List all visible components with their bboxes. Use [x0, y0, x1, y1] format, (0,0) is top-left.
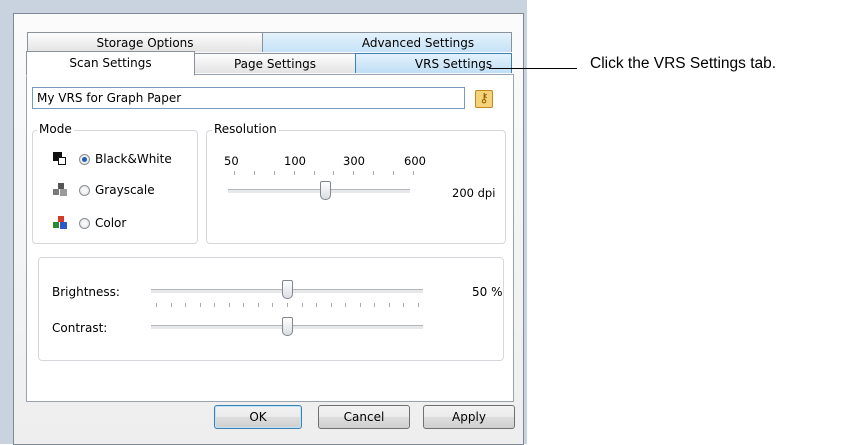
slider-tick	[353, 171, 355, 175]
resolution-slider-thumb[interactable]	[320, 181, 331, 200]
tab-label: Advanced Settings	[361, 36, 475, 50]
slider-tick	[374, 303, 376, 307]
callout-text: Click the VRS Settings tab.	[590, 55, 777, 72]
color-label: Color	[95, 216, 127, 230]
slider-tick	[170, 303, 172, 307]
resolution-slider-track[interactable]	[228, 189, 410, 194]
callout-line	[489, 68, 577, 69]
brightness-slider-thumb[interactable]	[282, 280, 293, 299]
slider-tick	[388, 303, 390, 307]
bw-radio[interactable]	[79, 154, 90, 165]
slider-tick	[228, 303, 230, 307]
slider-tick	[257, 303, 259, 307]
apply-button[interactable]: Apply	[423, 405, 515, 429]
brightness-contrast-group	[38, 257, 504, 361]
slider-tick	[359, 303, 361, 307]
bw-label: Black&White	[95, 152, 172, 166]
tab-vrs-settings[interactable]: VRS Settings	[355, 53, 512, 73]
tab-advanced-settings[interactable]: Advanced Settings	[262, 32, 512, 52]
grayscale-radio[interactable]	[79, 185, 90, 196]
slider-tick	[373, 171, 375, 175]
tab-storage-options[interactable]: Storage Options	[27, 32, 263, 52]
grayscale-mode-icon	[53, 183, 68, 197]
slider-tick	[313, 171, 315, 175]
tab-label: Storage Options	[96, 36, 194, 50]
resolution-tick-label: 300	[343, 154, 365, 168]
slider-tick	[293, 171, 295, 175]
slider-tick	[253, 171, 255, 175]
grayscale-label: Grayscale	[95, 183, 155, 197]
tab-scan-settings[interactable]: Scan Settings	[26, 51, 195, 76]
slider-tick	[243, 303, 245, 307]
slider-tick	[316, 303, 318, 307]
slider-tick	[345, 303, 347, 307]
ok-button[interactable]: OK	[214, 405, 302, 429]
apply-label: Apply	[452, 410, 486, 424]
contrast-slider-thumb[interactable]	[282, 317, 293, 336]
resolution-value: 200 dpi	[452, 186, 496, 200]
resolution-tick-label: 100	[284, 154, 306, 168]
color-mode-icon	[53, 216, 68, 230]
slider-tick	[418, 303, 419, 307]
slider-tick	[393, 171, 395, 175]
slider-tick	[301, 303, 303, 307]
contrast-label: Contrast:	[52, 321, 108, 335]
tab-label: Page Settings	[233, 57, 317, 71]
tab-label: VRS Settings	[414, 57, 493, 71]
cancel-label: Cancel	[343, 410, 385, 424]
profile-name-value: My VRS for Graph Paper	[37, 91, 182, 105]
slider-tick	[234, 171, 235, 175]
slider-tick	[156, 303, 157, 307]
slider-tick	[273, 171, 275, 175]
slider-tick	[199, 303, 201, 307]
slider-tick	[287, 303, 288, 307]
profile-name-field[interactable]: My VRS for Graph Paper	[32, 87, 465, 109]
brightness-label: Brightness:	[52, 285, 120, 299]
slider-tick	[272, 303, 274, 307]
slider-tick	[185, 303, 187, 307]
resolution-tick-label: 600	[404, 154, 426, 168]
cancel-button[interactable]: Cancel	[318, 405, 410, 429]
slider-tick	[413, 171, 414, 175]
brightness-value: 50 %	[472, 285, 503, 299]
tab-label: Scan Settings	[69, 56, 152, 70]
resolution-tick-label: 50	[224, 154, 239, 168]
color-radio[interactable]	[79, 218, 90, 229]
slider-tick	[333, 171, 335, 175]
tab-page-settings[interactable]: Page Settings	[194, 53, 356, 73]
slider-tick	[214, 303, 216, 307]
slider-tick	[403, 303, 405, 307]
bw-mode-icon	[53, 152, 67, 166]
mode-legend: Mode	[37, 122, 74, 136]
key-icon[interactable]: ⚷	[475, 90, 493, 108]
resolution-legend: Resolution	[212, 122, 279, 136]
ok-label: OK	[249, 410, 267, 424]
slider-tick	[330, 303, 332, 307]
